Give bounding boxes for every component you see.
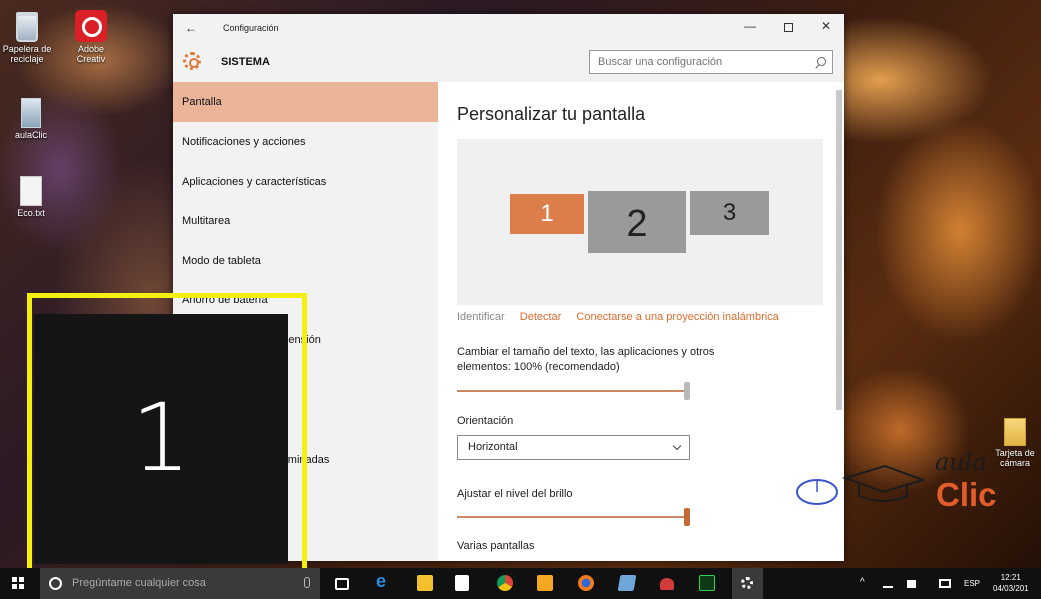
search-input[interactable]: [590, 51, 810, 73]
desktop-icon-eco[interactable]: Eco.txt: [6, 176, 56, 218]
gear-icon: [183, 52, 201, 70]
watermark-clic: Clic: [936, 476, 997, 513]
adobe-creative-cloud-icon: [75, 10, 107, 42]
window-title: Configuración: [223, 23, 279, 33]
taskbar: Pregúntame cualquier cosa e ^ ESP 12:21 …: [0, 568, 1041, 599]
desktop-icon-adobe[interactable]: Adobe Creativ: [66, 10, 116, 64]
search-icon[interactable]: [817, 57, 826, 66]
dreamweaver-icon[interactable]: [699, 575, 715, 591]
brightness-slider-thumb[interactable]: [684, 508, 690, 526]
sidebar-item-aplicaciones[interactable]: Aplicaciones y características: [173, 162, 438, 202]
wireless-projection-link[interactable]: Conectarse a una proyección inalámbrica: [576, 311, 778, 323]
identify-highlight: 1: [27, 293, 307, 575]
identify-number: 1: [34, 314, 288, 564]
heart-app-icon[interactable]: [660, 578, 674, 590]
firefox-icon[interactable]: [578, 575, 594, 591]
scale-slider[interactable]: [457, 382, 690, 400]
desktop-icon-aulaclic[interactable]: aulaClic: [6, 98, 56, 140]
recycle-bin-icon: [16, 12, 38, 42]
app-icon[interactable]: [617, 575, 637, 591]
file-explorer-icon[interactable]: [417, 575, 433, 591]
store-icon[interactable]: [455, 575, 469, 591]
maximize-icon: [783, 23, 793, 32]
network-icon[interactable]: [883, 580, 893, 588]
volume-icon[interactable]: [907, 580, 916, 588]
language-indicator[interactable]: ESP: [964, 579, 980, 588]
sidebar-item-notificaciones[interactable]: Notificaciones y acciones: [173, 122, 438, 162]
sidebar-item-pantalla[interactable]: Pantalla: [173, 82, 438, 122]
settings-header: SISTEMA: [173, 44, 844, 82]
chevron-down-icon: [672, 441, 682, 451]
settings-content: Personalizar tu pantalla 1 2 3 Identific…: [438, 82, 844, 561]
desktop-icon-recycle-bin[interactable]: Papelera de reciclaje: [2, 12, 52, 64]
close-button[interactable]: ✕: [814, 19, 838, 37]
orientation-value: Horizontal: [468, 441, 518, 453]
minimize-button[interactable]: —: [738, 19, 762, 37]
scale-slider-thumb[interactable]: [684, 382, 690, 400]
detect-link[interactable]: Detectar: [520, 311, 562, 323]
desktop-icon-label: aulaClic: [14, 130, 47, 140]
taskbar-search-placeholder: Pregúntame cualquier cosa: [72, 577, 206, 589]
desktop-icon-label: Adobe Creativ: [76, 44, 106, 64]
brightness-slider-fill: [457, 516, 687, 518]
maximize-button[interactable]: [776, 19, 800, 37]
notifications-icon[interactable]: [939, 579, 951, 588]
clock-time: 12:21: [1000, 573, 1021, 582]
sidebar-item-multitarea[interactable]: Multitarea: [173, 201, 438, 241]
task-view-icon[interactable]: [335, 578, 349, 590]
media-player-icon[interactable]: [537, 575, 553, 591]
monitor-2[interactable]: 2: [588, 191, 686, 253]
cortana-icon: [49, 577, 62, 590]
microphone-icon[interactable]: [304, 577, 310, 588]
scale-slider-fill: [457, 390, 687, 392]
settings-search[interactable]: [589, 50, 833, 74]
aulaclic-watermark: aula Clic: [795, 448, 1010, 523]
multiple-displays-label: Varias pantallas: [457, 540, 535, 552]
identify-link[interactable]: Identificar: [457, 311, 505, 323]
display-links: Identificar Detectar Conectarse a una pr…: [457, 311, 791, 323]
orientation-label: Orientación: [457, 415, 514, 427]
monitor-3[interactable]: 3: [690, 191, 769, 235]
text-file-icon: [20, 176, 42, 206]
brightness-slider[interactable]: [457, 508, 690, 526]
edge-icon[interactable]: e: [376, 571, 394, 591]
orientation-select[interactable]: Horizontal: [457, 435, 690, 460]
brightness-label: Ajustar el nivel del brillo: [457, 488, 573, 500]
clock-date: 04/03/201: [993, 584, 1029, 593]
back-button[interactable]: ←: [185, 21, 197, 35]
desktop-icon-label: Papelera de reciclaje: [2, 44, 52, 64]
aulaclic-icon: [21, 98, 41, 128]
chrome-icon[interactable]: [497, 575, 513, 591]
sidebar-item-tableta[interactable]: Modo de tableta: [173, 241, 438, 281]
settings-icon[interactable]: [732, 568, 763, 599]
folder-icon: [1004, 418, 1026, 446]
page-title: Personalizar tu pantalla: [457, 104, 646, 124]
mouse-mortarboard-icon: [796, 464, 927, 505]
watermark-aula: aula: [935, 448, 987, 476]
content-scrollbar[interactable]: [836, 90, 842, 410]
desktop-icon-label: Eco.txt: [17, 208, 45, 218]
title-bar: ← Configuración — ✕: [173, 14, 844, 44]
taskbar-search[interactable]: Pregúntame cualquier cosa: [40, 568, 320, 599]
clock[interactable]: 12:21 04/03/201: [993, 572, 1029, 594]
section-title: SISTEMA: [221, 56, 270, 68]
scale-label: Cambiar el tamaño del texto, las aplicac…: [457, 346, 715, 373]
start-button[interactable]: [12, 577, 24, 589]
monitor-1[interactable]: 1: [510, 194, 584, 234]
display-arrangement: 1 2 3: [457, 139, 823, 305]
show-hidden-icons[interactable]: ^: [860, 577, 865, 588]
